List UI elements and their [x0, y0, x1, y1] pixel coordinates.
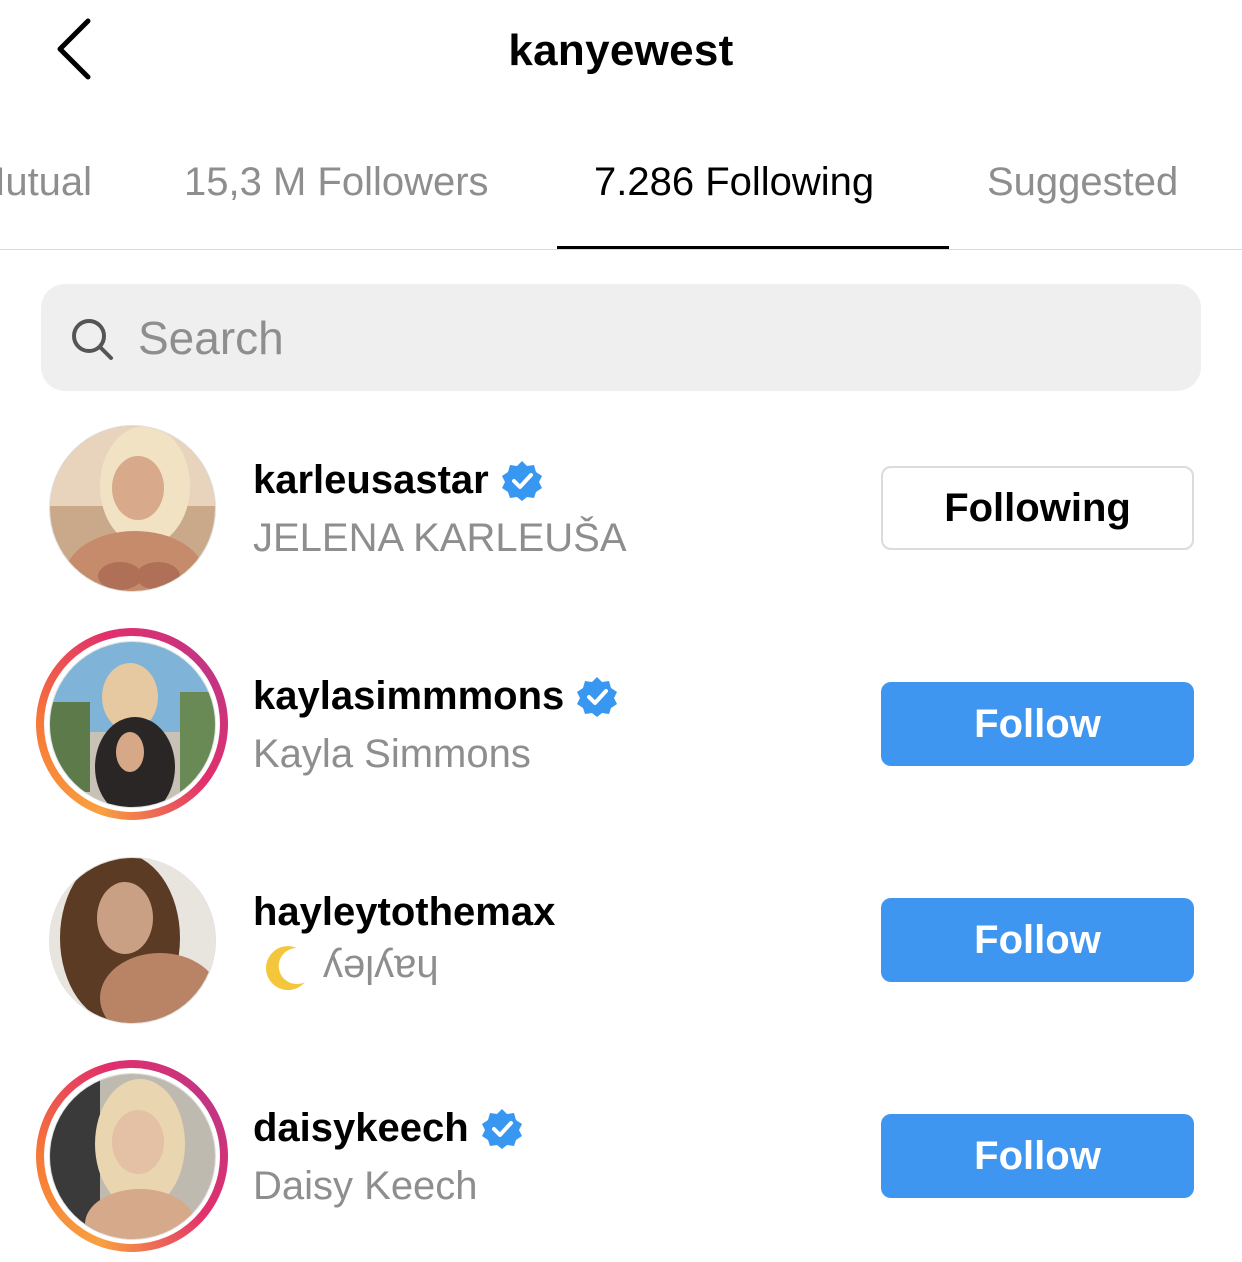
- full-name: JELENA KARLEUŠA: [253, 516, 627, 560]
- verified-badge-icon: [481, 1108, 522, 1149]
- search-input[interactable]: [138, 306, 1138, 370]
- search-icon: [72, 319, 113, 360]
- profile-photo: [50, 858, 215, 1023]
- username-text: karleusastar: [253, 458, 489, 502]
- username[interactable]: hayleytothemax: [253, 890, 555, 935]
- following-button[interactable]: Following: [881, 466, 1194, 550]
- active-tab-indicator: [557, 246, 949, 249]
- username[interactable]: karleusastar: [253, 458, 543, 503]
- full-name: Daisy Keech: [253, 1164, 478, 1208]
- top-bar: kanyewest: [0, 0, 1242, 110]
- profile-photo: [50, 426, 215, 591]
- tab-suggested[interactable]: Suggested: [987, 160, 1178, 205]
- avatar[interactable]: [49, 1073, 216, 1240]
- verified-badge-icon: [501, 460, 542, 501]
- avatar[interactable]: [49, 641, 216, 808]
- follow-button[interactable]: Follow: [881, 682, 1194, 766]
- profile-photo: [50, 642, 215, 807]
- verified-badge-icon: [577, 676, 618, 717]
- full-name: hayley: [253, 944, 439, 992]
- username[interactable]: daisykeech: [253, 1106, 523, 1151]
- tab-mutual[interactable]: Mutual: [0, 160, 92, 205]
- username-text: kaylasimmmons: [253, 674, 565, 718]
- list-item[interactable]: kaylasimmmons Kayla Simmons Follow: [0, 624, 1242, 824]
- follow-button[interactable]: Follow: [881, 1114, 1194, 1198]
- tab-following[interactable]: 7.286 Following: [594, 160, 874, 205]
- avatar[interactable]: [49, 425, 216, 592]
- tab-followers[interactable]: 15,3 M Followers: [184, 160, 489, 205]
- crescent-moon-icon: [265, 946, 305, 991]
- username[interactable]: kaylasimmmons: [253, 674, 618, 719]
- avatar[interactable]: [49, 857, 216, 1024]
- list-item[interactable]: hayleytothemax hayley Follow: [0, 840, 1242, 1040]
- username-text: hayleytothemax: [253, 890, 556, 934]
- tab-bar: Mutual 15,3 M Followers 7.286 Following …: [0, 130, 1242, 250]
- username-text: daisykeech: [253, 1106, 469, 1150]
- list-item[interactable]: daisykeech Daisy Keech Follow: [0, 1056, 1242, 1256]
- list-item[interactable]: karleusastar JELENA KARLEUŠA Following: [0, 408, 1242, 608]
- profile-photo: [50, 1074, 215, 1239]
- full-name: Kayla Simmons: [253, 732, 531, 776]
- page-title: kanyewest: [508, 26, 734, 75]
- full-name-text: hayley: [323, 946, 439, 991]
- follow-button[interactable]: Follow: [881, 898, 1194, 982]
